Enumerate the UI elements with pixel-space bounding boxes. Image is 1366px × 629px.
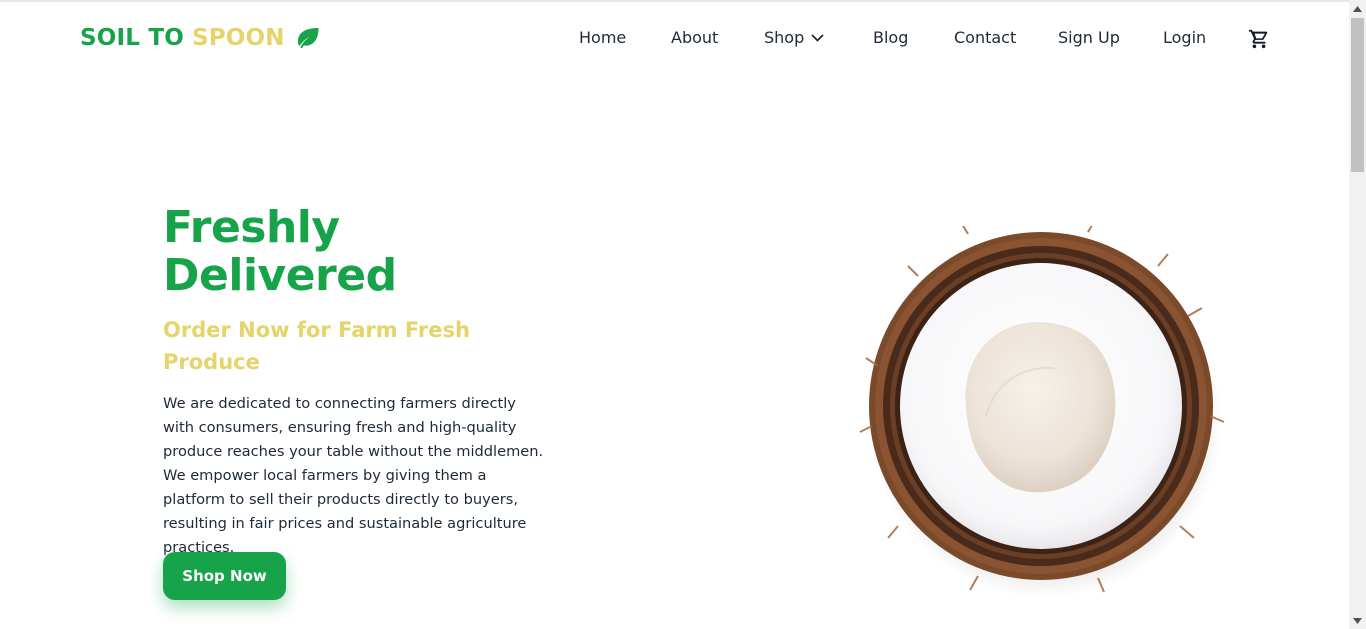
- nav-home[interactable]: Home: [579, 28, 626, 47]
- coconut-half-image: [858, 221, 1228, 598]
- leaf-icon: [294, 27, 320, 49]
- hero-subtitle: Order Now for Farm Fresh Produce: [163, 318, 470, 374]
- scroll-down-arrow-icon[interactable]: [1349, 612, 1366, 629]
- chevron-down-icon: [811, 33, 824, 42]
- shop-now-button[interactable]: Shop Now: [163, 552, 286, 600]
- brand-text-secondary: SPOON: [191, 25, 285, 51]
- nav-blog[interactable]: Blog: [873, 28, 908, 47]
- hero-title-line1: Freshly: [163, 202, 340, 253]
- site-header: SOIL TO SPOON Home About Shop Blog Conta…: [0, 2, 1349, 76]
- brand-text-primary: SOIL TO: [80, 25, 184, 51]
- cart-icon[interactable]: [1248, 28, 1270, 55]
- nav-about[interactable]: About: [671, 28, 718, 47]
- brand-logo[interactable]: SOIL TO SPOON: [80, 25, 320, 51]
- scrollbar-thumb[interactable]: [1351, 18, 1364, 172]
- nav-shop[interactable]: Shop: [764, 28, 824, 47]
- nav-sign-up[interactable]: Sign Up: [1058, 28, 1120, 47]
- nav-login[interactable]: Login: [1163, 28, 1206, 47]
- scroll-up-arrow-icon[interactable]: [1349, 0, 1366, 17]
- hero-title-line2: Delivered: [163, 250, 397, 301]
- hero-description: We are dedicated to connecting farmers d…: [163, 395, 544, 556]
- hero-title: Freshly Delivered: [163, 204, 583, 300]
- nav-contact[interactable]: Contact: [954, 28, 1016, 47]
- nav-shop-label: Shop: [764, 28, 805, 47]
